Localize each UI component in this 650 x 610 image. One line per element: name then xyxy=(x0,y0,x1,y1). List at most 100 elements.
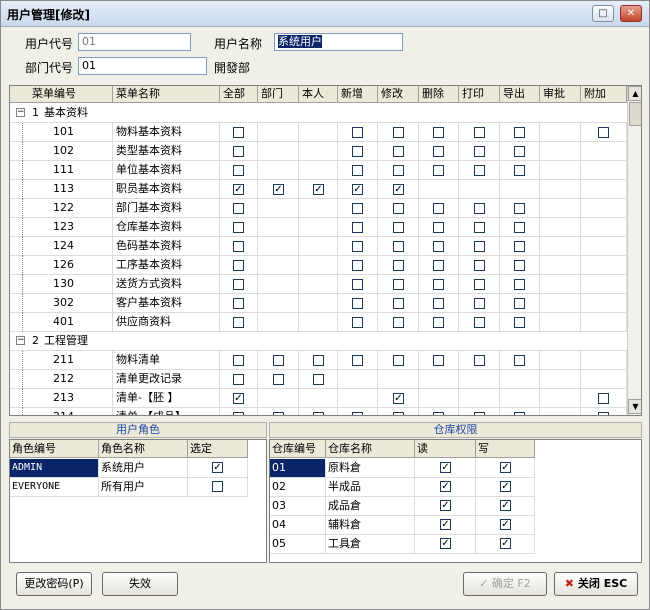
permission-checkbox[interactable] xyxy=(273,374,284,385)
permission-checkbox[interactable] xyxy=(393,165,404,176)
group-row[interactable]: −2 工程管理 xyxy=(10,332,627,351)
permission-checkbox[interactable] xyxy=(598,127,609,138)
permission-checkbox[interactable] xyxy=(433,241,444,252)
warehouse-read-checkbox[interactable]: ✓ xyxy=(440,500,451,511)
warehouse-read-checkbox[interactable]: ✓ xyxy=(440,538,451,549)
menu-row[interactable]: 102 类型基本资料 xyxy=(10,142,627,161)
warehouse-write-checkbox[interactable]: ✓ xyxy=(500,538,511,549)
warehouse-code[interactable]: 01 xyxy=(270,459,326,478)
menu-row[interactable]: 111 单位基本资料 xyxy=(10,161,627,180)
column-header[interactable]: 导出 xyxy=(500,86,540,103)
permission-checkbox[interactable] xyxy=(474,127,485,138)
menu-row[interactable]: 122 部门基本资料 xyxy=(10,199,627,218)
warehouse-write-checkbox[interactable]: ✓ xyxy=(500,519,511,530)
permission-checkbox[interactable] xyxy=(393,127,404,138)
role-checkbox[interactable]: ✓ xyxy=(212,462,223,473)
permission-checkbox[interactable] xyxy=(598,393,609,404)
scroll-thumb[interactable] xyxy=(629,102,641,126)
permission-checkbox[interactable] xyxy=(352,146,363,157)
warehouse-column-header[interactable]: 仓库名称 xyxy=(326,440,415,458)
permission-checkbox[interactable] xyxy=(433,146,444,157)
permission-checkbox[interactable] xyxy=(393,412,404,415)
permission-checkbox[interactable] xyxy=(352,298,363,309)
permission-checkbox[interactable] xyxy=(233,279,244,290)
warehouse-read-checkbox[interactable]: ✓ xyxy=(440,519,451,530)
menu-row[interactable]: 213 清单-【胚 】 ✓ ✓ xyxy=(10,389,627,408)
warehouse-column-header[interactable]: 写 xyxy=(476,440,535,458)
menu-row[interactable]: 113 职员基本资料 ✓ ✓ ✓ ✓ ✓ xyxy=(10,180,627,199)
column-header[interactable]: 修改 xyxy=(378,86,419,103)
permission-checkbox[interactable] xyxy=(474,298,485,309)
role-code[interactable]: EVERYONE xyxy=(10,478,99,497)
user-code-field[interactable]: 01 xyxy=(78,33,191,51)
permission-checkbox[interactable] xyxy=(514,146,525,157)
permission-checkbox[interactable] xyxy=(474,222,485,233)
permission-checkbox[interactable] xyxy=(474,260,485,271)
menu-row[interactable]: 126 工序基本资料 xyxy=(10,256,627,275)
warehouse-write-checkbox[interactable]: ✓ xyxy=(500,481,511,492)
invalidate-button[interactable]: 失效 xyxy=(102,572,178,596)
menu-permission-grid[interactable]: 菜单编号 菜单名称 全部 部门 本人 新增 修改 删除 打印 导出 审批 附加 −1 基本资料 101 物料… xyxy=(9,85,642,416)
warehouse-write-checkbox[interactable]: ✓ xyxy=(500,500,511,511)
permission-checkbox[interactable] xyxy=(474,165,485,176)
warehouse-code[interactable]: 02 xyxy=(270,478,326,497)
role-code[interactable]: ADMIN xyxy=(10,459,99,478)
permission-checkbox[interactable] xyxy=(433,260,444,271)
permission-checkbox[interactable] xyxy=(433,317,444,328)
warehouse-read-checkbox[interactable]: ✓ xyxy=(440,462,451,473)
permission-checkbox[interactable]: ✓ xyxy=(273,184,284,195)
role-column-header[interactable]: 选定 xyxy=(188,440,248,458)
user-name-field[interactable]: 系统用户 xyxy=(274,33,403,51)
permission-checkbox[interactable] xyxy=(352,412,363,415)
permission-checkbox[interactable] xyxy=(233,165,244,176)
role-column-header[interactable]: 角色编号 xyxy=(10,440,99,458)
collapse-icon[interactable]: − xyxy=(16,336,25,345)
permission-checkbox[interactable] xyxy=(233,127,244,138)
permission-checkbox[interactable] xyxy=(233,260,244,271)
permission-checkbox[interactable] xyxy=(233,146,244,157)
column-header[interactable]: 删除 xyxy=(419,86,459,103)
permission-checkbox[interactable] xyxy=(393,317,404,328)
permission-checkbox[interactable]: ✓ xyxy=(393,184,404,195)
permission-checkbox[interactable] xyxy=(433,355,444,366)
permission-checkbox[interactable]: ✓ xyxy=(233,393,244,404)
menu-row[interactable]: 124 色码基本资料 xyxy=(10,237,627,256)
permission-checkbox[interactable] xyxy=(352,279,363,290)
warehouse-read-checkbox[interactable]: ✓ xyxy=(440,481,451,492)
menu-row[interactable]: 302 客户基本资料 xyxy=(10,294,627,313)
permission-checkbox[interactable] xyxy=(273,355,284,366)
permission-checkbox[interactable] xyxy=(514,127,525,138)
permission-checkbox[interactable] xyxy=(352,222,363,233)
permission-checkbox[interactable] xyxy=(313,374,324,385)
column-header[interactable]: 审批 xyxy=(540,86,581,103)
column-header[interactable]: 新增 xyxy=(338,86,378,103)
permission-checkbox[interactable]: ✓ xyxy=(233,184,244,195)
column-header[interactable]: 菜单名称 xyxy=(113,86,220,103)
permission-checkbox[interactable] xyxy=(352,317,363,328)
permission-checkbox[interactable]: ✓ xyxy=(313,184,324,195)
permission-checkbox[interactable] xyxy=(393,355,404,366)
column-header[interactable]: 本人 xyxy=(299,86,338,103)
permission-checkbox[interactable] xyxy=(393,279,404,290)
group-row[interactable]: −1 基本资料 xyxy=(10,104,627,123)
permission-checkbox[interactable] xyxy=(352,127,363,138)
permission-checkbox[interactable] xyxy=(233,317,244,328)
permission-checkbox[interactable] xyxy=(233,241,244,252)
permission-checkbox[interactable] xyxy=(474,412,485,415)
menu-row[interactable]: 211 物料清单 xyxy=(10,351,627,370)
permission-checkbox[interactable] xyxy=(313,355,324,366)
permission-checkbox[interactable] xyxy=(393,241,404,252)
roles-grid[interactable]: 角色编号 角色名称 选定 ADMIN 系统用户 ✓ EVERYONE 所有用户 xyxy=(9,439,267,563)
permission-checkbox[interactable] xyxy=(233,412,244,415)
permission-checkbox[interactable] xyxy=(233,374,244,385)
permission-checkbox[interactable] xyxy=(352,165,363,176)
vertical-scrollbar[interactable]: ▲ ▼ xyxy=(627,86,641,415)
permission-checkbox[interactable] xyxy=(273,412,284,415)
permission-checkbox[interactable] xyxy=(474,355,485,366)
dept-code-field[interactable]: 01 xyxy=(78,57,207,75)
permission-checkbox[interactable] xyxy=(514,222,525,233)
permission-checkbox[interactable] xyxy=(433,279,444,290)
permission-checkbox[interactable] xyxy=(474,203,485,214)
permission-checkbox[interactable] xyxy=(393,222,404,233)
change-password-button[interactable]: 更改密码(P) xyxy=(16,572,92,596)
